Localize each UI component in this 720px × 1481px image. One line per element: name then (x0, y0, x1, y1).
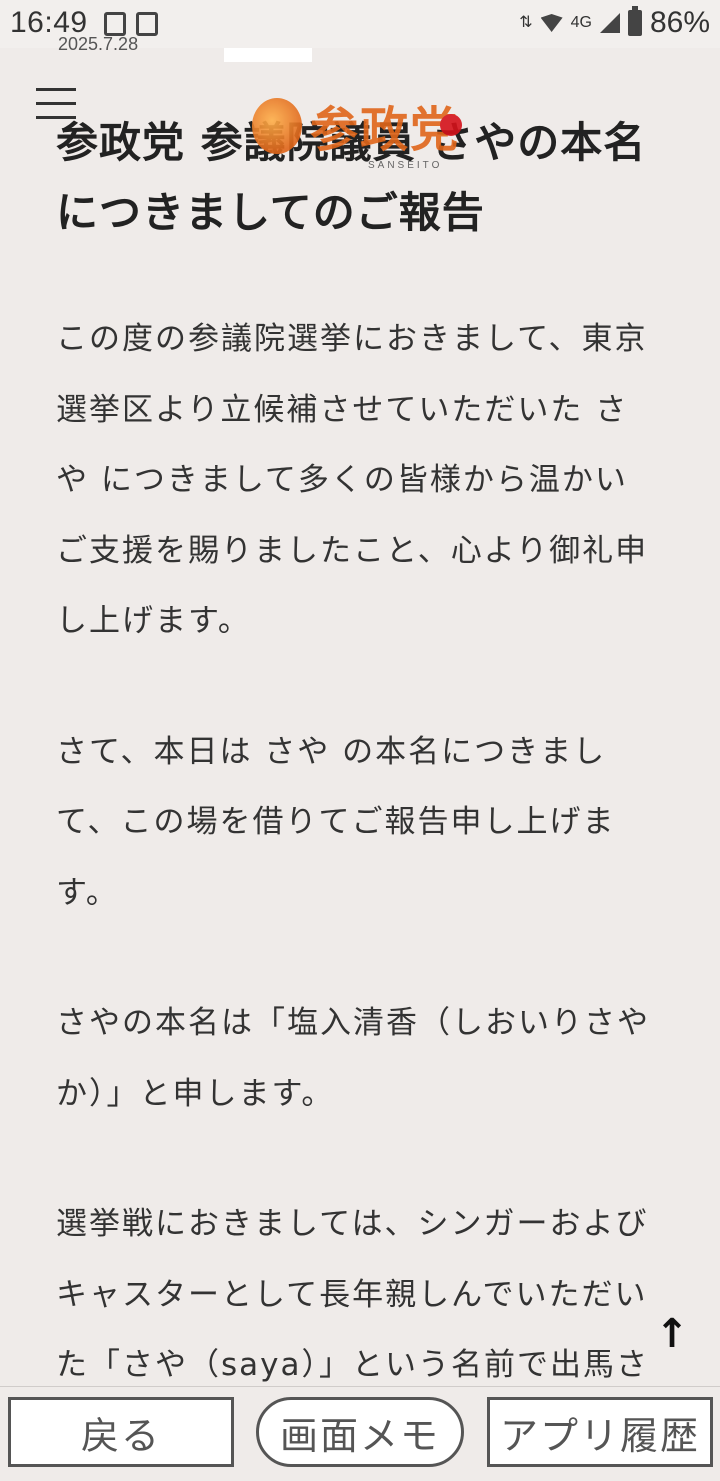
screenshot-notification-icon (104, 12, 126, 36)
article-paragraph: さやの本名は「塩入清香（しおいりさやか）」と申します。 (56, 1005, 650, 1112)
download-notification-icon (136, 12, 158, 36)
battery-level: 86% (649, 6, 710, 39)
screen-memo-button[interactable]: 画面メモ (256, 1397, 464, 1467)
logo-red-dot (440, 114, 462, 136)
article: 参政党 参議院議員 さやの本名につきましてのご報告 この度の参議院選挙におきまし… (56, 108, 660, 1471)
article-paragraph: この度の参議院選挙におきまして、東京選挙区より立候補させていただいた さや につ… (56, 321, 649, 639)
logo-emblem-icon (252, 98, 302, 154)
signal-icon (599, 13, 620, 33)
app-history-button[interactable]: アプリ履歴 (487, 1397, 713, 1467)
data-activity-icon: ⇅ (519, 14, 533, 31)
sanseito-logo[interactable]: 参政党 SANSEITO (252, 94, 482, 174)
article-paragraph: さて、本日は さや の本名につきまして、この場を借りてご報告申し上げます。 (56, 733, 616, 911)
scroll-to-top-icon[interactable]: ↑ (650, 1312, 694, 1356)
header-white-strip (224, 48, 312, 62)
logo-text: 参政党 (310, 102, 461, 158)
status-notification-icons (104, 12, 158, 36)
post-date: 2025.7.28 (58, 34, 139, 54)
wifi-icon (540, 14, 563, 32)
battery-icon (627, 6, 642, 36)
hamburger-menu-icon[interactable] (36, 88, 76, 122)
back-button[interactable]: 戻る (8, 1397, 234, 1467)
network-type: 4G (570, 14, 592, 31)
status-system-icons: ⇅ 4G 86% (519, 6, 710, 40)
bottom-navigation-bar: 戻る 画面メモ アプリ履歴 (0, 1386, 720, 1481)
logo-subtitle: SANSEITO (368, 160, 443, 171)
